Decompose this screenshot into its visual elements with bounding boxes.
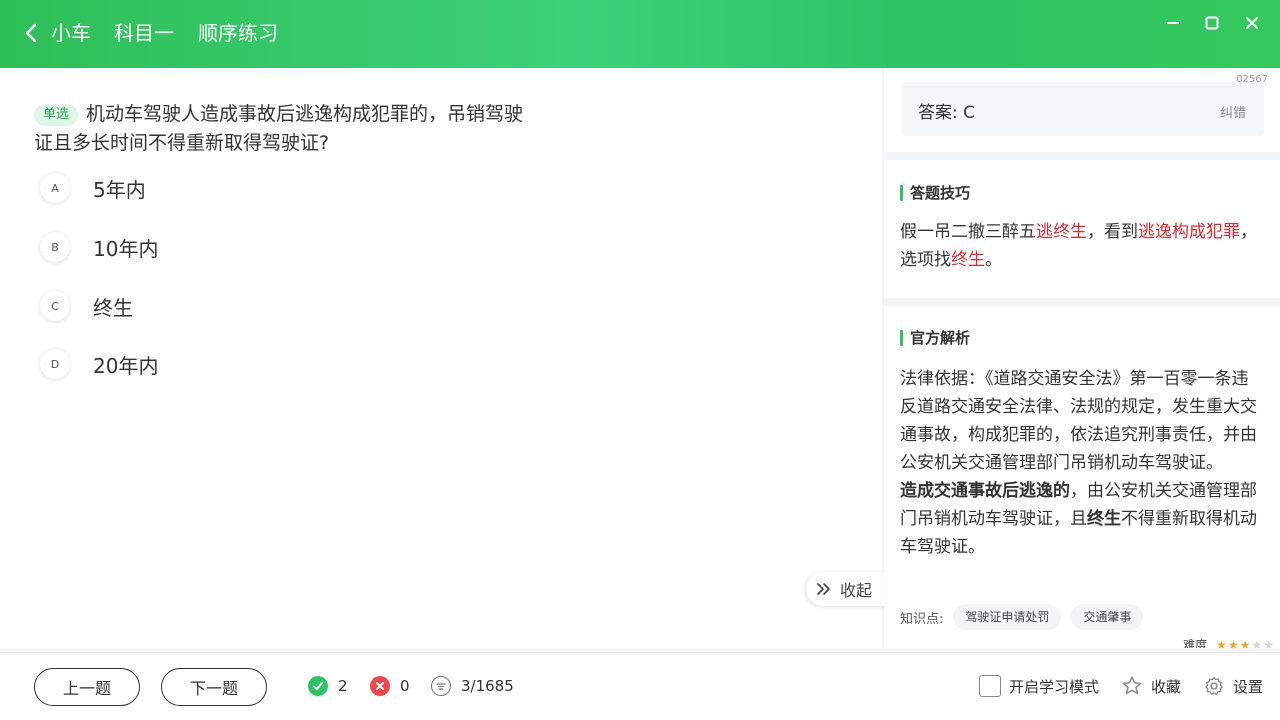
- collapse-label: 收起: [840, 581, 873, 600]
- tips-seg: ，看到: [1087, 222, 1138, 242]
- analysis-bold: 造成交通事故后逃逸的: [900, 481, 1070, 501]
- question-text: 机动车驾驶人造成事故后逃逸构成犯罪的，吊销驾驶证且多长时间不得重新取得驾驶证?: [34, 103, 524, 154]
- crumb-subject: 科目一: [114, 21, 174, 45]
- tips-card: 答题技巧 假一吊二撤三醉五逃终生，看到逃逸构成犯罪，选项找终生。: [884, 160, 1280, 298]
- check-icon: [308, 676, 328, 696]
- maximize-icon[interactable]: [1201, 12, 1223, 34]
- footer-bar: 上一题 下一题 2 0 3/1685 开启学习模式 收藏 设置: [0, 652, 1280, 720]
- answer-box: 答案: C 纠错: [902, 82, 1264, 136]
- report-error-button[interactable]: 纠错: [1220, 102, 1246, 121]
- knowledge-points: 知识点: 驾驶证申请处罚 交通肇事: [900, 604, 1144, 630]
- gear-icon: [1205, 676, 1223, 695]
- option-a[interactable]: A 5年内: [40, 172, 146, 204]
- favorite-label: 收藏: [1151, 677, 1182, 696]
- tips-seg: 。: [985, 250, 1002, 270]
- double-chevron-right-icon: [817, 583, 830, 595]
- analysis-seg: 法律依据：《道路交通安全法》第一百零一条违反道路交通安全法律、法规的规定，发生重…: [900, 369, 1257, 473]
- correct-count-value: 2: [338, 677, 348, 695]
- title-bar: 小车 科目一 顺序练习: [0, 0, 1280, 68]
- knowledge-tag[interactable]: 驾驶证申请处罚: [953, 604, 1062, 630]
- tips-text: 假一吊二撤三醉五逃终生，看到逃逸构成犯罪，选项找终生。: [900, 218, 1264, 274]
- difficulty-rating: 难度 ★★★★★: [1183, 636, 1274, 649]
- settings-button[interactable]: 设置: [1203, 675, 1263, 697]
- star-filled-icon: ★: [1216, 637, 1227, 649]
- question-panel: 单选 机动车驾驶人造成事故后逃逸构成犯罪的，吊销驾驶证且多长时间不得重新取得驾驶证…: [0, 68, 882, 648]
- option-text: 5年内: [93, 177, 146, 202]
- option-text: 终生: [93, 295, 133, 320]
- difficulty-stars: ★★★★★: [1215, 638, 1274, 649]
- tips-highlight: 终生: [951, 250, 985, 270]
- cross-icon: [370, 676, 390, 696]
- star-empty-icon: ★: [1251, 637, 1263, 649]
- progress-value: 3/1685: [461, 677, 514, 695]
- star-outline-icon: [1122, 676, 1142, 695]
- option-text: 20年内: [93, 353, 159, 378]
- option-c[interactable]: C 终生: [40, 290, 133, 322]
- list-icon: [431, 676, 451, 696]
- difficulty-label: 难度: [1183, 638, 1208, 648]
- next-question-button[interactable]: 下一题: [161, 668, 267, 706]
- favorite-button[interactable]: 收藏: [1121, 675, 1181, 697]
- question-text-block: 单选 机动车驾驶人造成事故后逃逸构成犯罪的，吊销驾驶证且多长时间不得重新取得驾驶证…: [34, 100, 534, 158]
- option-text: 10年内: [93, 236, 159, 261]
- star-filled-icon: ★: [1239, 637, 1251, 649]
- analysis-card: 官方解析 法律依据：《道路交通安全法》第一百零一条违反道路交通安全法律、法规的规…: [884, 306, 1280, 648]
- tips-highlight: 逃终生: [1036, 222, 1087, 242]
- prev-question-button[interactable]: 上一题: [34, 668, 140, 706]
- study-mode-toggle[interactable]: 开启学习模式: [979, 675, 1099, 697]
- knowledge-tag[interactable]: 交通肇事: [1071, 604, 1144, 630]
- close-icon[interactable]: [1241, 12, 1263, 34]
- analysis-title: 官方解析: [900, 330, 970, 346]
- tips-seg: 假一吊二撤三醉五: [900, 222, 1036, 242]
- crumb-vehicle: 小车: [51, 21, 91, 45]
- tips-highlight: 逃逸构成犯罪: [1138, 222, 1240, 242]
- collapse-button[interactable]: 收起: [806, 572, 886, 606]
- checkbox-icon[interactable]: [979, 675, 1001, 697]
- correct-count: 2: [308, 676, 348, 696]
- knowledge-label: 知识点:: [900, 611, 944, 627]
- answer-card: 02567 答案: C 纠错: [884, 68, 1280, 152]
- minimize-icon[interactable]: [1162, 12, 1184, 34]
- wrong-count: 0: [370, 676, 410, 696]
- wrong-count-value: 0: [400, 677, 410, 695]
- option-letter: D: [40, 349, 70, 379]
- option-b[interactable]: B 10年内: [40, 231, 158, 263]
- option-d[interactable]: D 20年内: [40, 348, 158, 380]
- progress-indicator[interactable]: 3/1685: [431, 676, 514, 696]
- option-letter: C: [40, 291, 70, 321]
- answer-text: 答案: C: [918, 103, 976, 123]
- explanation-panel: 02567 答案: C 纠错 答题技巧 假一吊二撤三醉五逃终生，看到逃逸构成犯罪…: [882, 68, 1280, 648]
- option-letter: A: [40, 173, 70, 203]
- analysis-bold: 终生: [1087, 509, 1121, 529]
- question-type-badge: 单选: [34, 104, 79, 126]
- settings-label: 设置: [1233, 677, 1264, 696]
- crumb-mode: 顺序练习: [198, 21, 278, 45]
- analysis-text: 法律依据：《道路交通安全法》第一百零一条违反道路交通安全法律、法规的规定，发生重…: [900, 365, 1264, 561]
- star-filled-icon: ★: [1227, 637, 1239, 649]
- tips-title: 答题技巧: [900, 185, 970, 201]
- option-letter: B: [40, 232, 70, 262]
- star-empty-icon: ★: [1263, 637, 1274, 649]
- study-mode-label: 开启学习模式: [1009, 677, 1100, 696]
- back-icon[interactable]: [18, 20, 44, 46]
